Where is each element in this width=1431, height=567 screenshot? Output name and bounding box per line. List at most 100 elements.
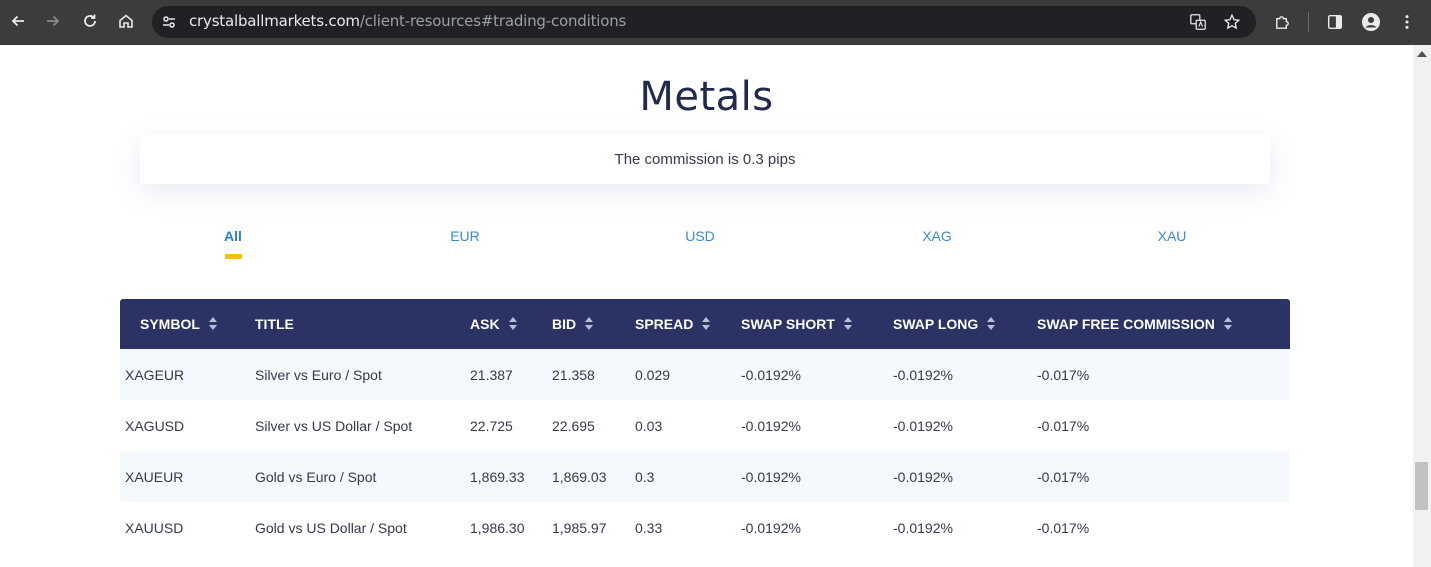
cell-ask: 1,869.33 — [470, 469, 525, 485]
cell-swap-free-commission: -0.017% — [1037, 418, 1090, 434]
cell-symbol: XAUUSD — [125, 520, 184, 536]
table-row: XAUEUR Gold vs Euro / Spot 1,869.33 1,86… — [120, 451, 1290, 502]
cell-spread: 0.03 — [635, 418, 663, 434]
menu-button[interactable] — [1396, 11, 1418, 33]
forward-button[interactable] — [40, 8, 66, 34]
column-header-label: ASK — [470, 316, 500, 332]
tab-xau[interactable]: XAU — [1158, 228, 1187, 244]
column-header-symbol[interactable]: SYMBOL — [140, 316, 217, 332]
extensions-button[interactable] — [1271, 11, 1293, 33]
column-header-label: SWAP FREE COMMISSION — [1037, 316, 1215, 332]
cell-symbol: XAGUSD — [125, 418, 185, 434]
url-host: crystalballmarkets.com — [189, 12, 360, 30]
column-header-label: SWAP SHORT — [741, 316, 835, 332]
commission-text: The commission is 0.3 pips — [614, 150, 796, 168]
cell-swap-free-commission: -0.017% — [1037, 520, 1090, 536]
scroll-up-arrow-icon[interactable] — [1417, 51, 1427, 57]
avatar-icon — [1362, 13, 1380, 31]
address-bar[interactable]: crystalballmarkets.com/client-resources#… — [152, 6, 1256, 38]
cell-symbol: XAGEUR — [125, 367, 185, 383]
cell-swap-short: -0.0192% — [741, 418, 801, 434]
home-button[interactable] — [113, 8, 139, 34]
sort-icon[interactable] — [843, 317, 852, 331]
page-content: Metals The commission is 0.3 pips All EU… — [0, 45, 1413, 567]
bookmark-button[interactable] — [1222, 12, 1242, 32]
active-tab-indicator — [225, 254, 242, 259]
table-header: SYMBOL TITLE ASK BID SPREAD SWAP SHORT S… — [120, 299, 1290, 349]
cell-spread: 0.029 — [635, 367, 671, 383]
column-header-label: BID — [552, 316, 577, 332]
cell-swap-free-commission: -0.017% — [1037, 367, 1090, 383]
browser-toolbar: crystalballmarkets.com/client-resources#… — [0, 0, 1431, 45]
arrow-left-icon — [11, 15, 24, 27]
column-header-label: SWAP LONG — [893, 316, 979, 332]
table-row: XAGEUR Silver vs Euro / Spot 21.387 21.3… — [120, 349, 1290, 400]
column-header-swap-free-commission[interactable]: SWAP FREE COMMISSION — [1037, 316, 1232, 332]
tab-eur[interactable]: EUR — [450, 228, 480, 244]
tab-xag[interactable]: XAG — [922, 228, 952, 244]
sort-icon[interactable] — [702, 317, 711, 331]
cell-bid: 1,985.97 — [552, 520, 607, 536]
puzzle-icon — [1275, 15, 1289, 29]
tab-usd[interactable]: USD — [685, 228, 715, 244]
cell-swap-long: -0.0192% — [893, 469, 953, 485]
url-path: /client-resources#trading-conditions — [359, 12, 627, 30]
star-icon — [1223, 13, 1241, 30]
column-header-spread[interactable]: SPREAD — [635, 316, 711, 332]
commission-note: The commission is 0.3 pips — [140, 134, 1270, 184]
cell-swap-free-commission: -0.017% — [1037, 469, 1090, 485]
kebab-menu-icon — [1405, 15, 1409, 29]
column-header-label: TITLE — [255, 316, 294, 332]
cell-swap-short: -0.0192% — [741, 520, 801, 536]
sort-icon[interactable] — [1223, 317, 1232, 331]
scroll-thumb[interactable] — [1415, 462, 1428, 510]
reload-button[interactable] — [77, 8, 103, 34]
cell-bid: 22.695 — [552, 418, 595, 434]
translate-icon — [1190, 14, 1206, 30]
column-header-label: SPREAD — [635, 316, 694, 332]
column-header-label: SYMBOL — [140, 316, 200, 332]
column-header-ask[interactable]: ASK — [470, 316, 517, 332]
currency-tabs: All EUR USD XAG XAU — [0, 228, 1413, 268]
translate-button[interactable] — [1188, 12, 1208, 32]
column-header-bid[interactable]: BID — [552, 316, 594, 332]
cell-title: Gold vs Euro / Spot — [255, 469, 377, 485]
cell-swap-short: -0.0192% — [741, 469, 801, 485]
cell-title: Gold vs US Dollar / Spot — [255, 520, 407, 536]
cell-swap-long: -0.0192% — [893, 418, 953, 434]
cell-spread: 0.33 — [635, 520, 663, 536]
cell-ask: 22.725 — [470, 418, 513, 434]
cell-title: Silver vs Euro / Spot — [255, 367, 382, 383]
sort-icon[interactable] — [585, 317, 594, 331]
url-text[interactable]: crystalballmarkets.com/client-resources#… — [189, 12, 626, 30]
side-panel-button[interactable] — [1324, 11, 1346, 33]
metals-table: SYMBOL TITLE ASK BID SPREAD SWAP SHORT S… — [120, 299, 1290, 553]
cell-swap-long: -0.0192% — [893, 367, 953, 383]
sort-icon[interactable] — [208, 317, 217, 331]
tab-all[interactable]: All — [224, 228, 242, 244]
toolbar-divider — [1308, 12, 1309, 32]
reload-icon — [84, 14, 96, 27]
cell-bid: 21.358 — [552, 367, 595, 383]
cell-symbol: XAUEUR — [125, 469, 184, 485]
side-panel-icon — [1327, 14, 1343, 30]
arrow-right-icon — [47, 15, 60, 27]
profile-button[interactable] — [1360, 11, 1382, 33]
cell-spread: 0.3 — [635, 469, 655, 485]
back-button[interactable] — [5, 8, 31, 34]
cell-ask: 1,986.30 — [470, 520, 525, 536]
cell-ask: 21.387 — [470, 367, 513, 383]
cell-title: Silver vs US Dollar / Spot — [255, 418, 413, 434]
cell-bid: 1,869.03 — [552, 469, 607, 485]
column-header-swap-long[interactable]: SWAP LONG — [893, 316, 996, 332]
table-row: XAGUSD Silver vs US Dollar / Spot 22.725… — [120, 400, 1290, 451]
sort-icon[interactable] — [508, 317, 517, 331]
column-header-title: TITLE — [255, 316, 294, 332]
cell-swap-short: -0.0192% — [741, 367, 801, 383]
page-scrollbar[interactable] — [1413, 45, 1431, 567]
cell-swap-long: -0.0192% — [893, 520, 953, 536]
column-header-swap-short[interactable]: SWAP SHORT — [741, 316, 852, 332]
page-title: Metals — [639, 74, 774, 120]
site-info-icon[interactable] — [160, 13, 178, 31]
sort-icon[interactable] — [987, 317, 996, 331]
